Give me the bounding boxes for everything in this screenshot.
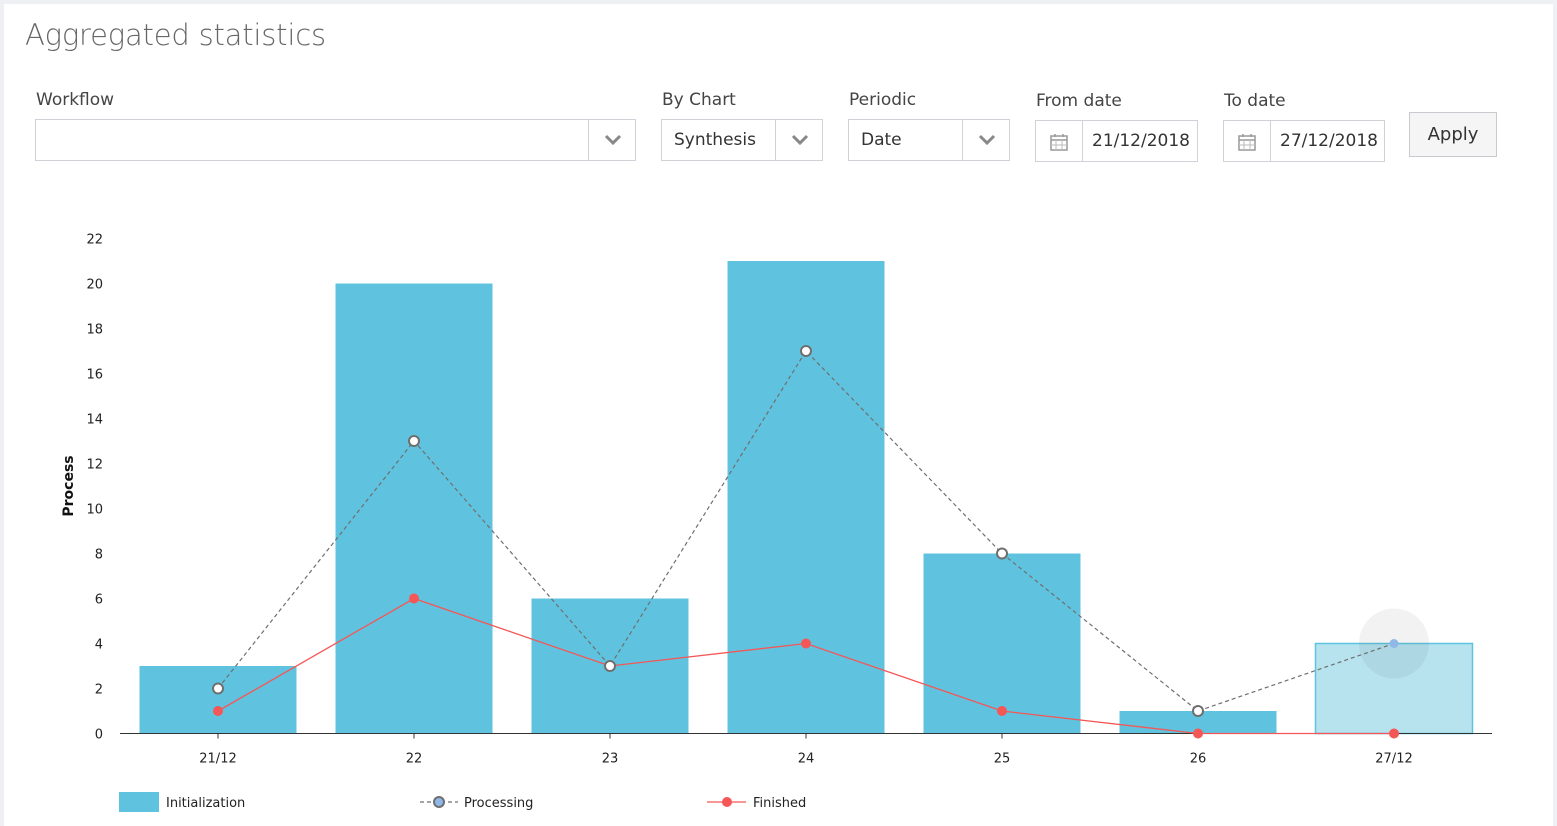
processing-point[interactable]	[408, 435, 420, 447]
legend-label-initialization: Initialization	[166, 796, 245, 811]
x-tick-label: 23	[602, 752, 619, 767]
finished-point[interactable]	[997, 706, 1007, 716]
y-tick-label: 8	[95, 548, 103, 563]
finished-point[interactable]	[1193, 728, 1203, 739]
y-tick-label: 12	[86, 458, 103, 473]
y-tick-label: 14	[86, 413, 103, 428]
x-tick-label: 21/12	[199, 752, 236, 767]
initialization-bar[interactable]	[335, 283, 493, 734]
y-tick-label: 18	[86, 323, 103, 338]
processing-point[interactable]	[1389, 639, 1399, 648]
finished-point[interactable]	[213, 706, 223, 716]
x-tick-label: 22	[406, 752, 423, 767]
y-tick-label: 20	[86, 278, 103, 293]
initialization-bar[interactable]	[139, 666, 297, 734]
chart-legend: Initialization Processing Finished	[119, 792, 806, 812]
legend-label-processing: Processing	[464, 796, 533, 811]
processing-point[interactable]	[1192, 705, 1204, 717]
processing-point[interactable]	[996, 547, 1008, 560]
x-tick-label: 26	[1190, 752, 1207, 767]
y-tick-label: 22	[86, 233, 103, 248]
legend-label-finished: Finished	[753, 796, 806, 811]
legend-swatch-finished-marker	[722, 797, 732, 807]
y-tick-label: 6	[95, 593, 103, 608]
finished-point[interactable]	[801, 638, 811, 649]
legend-swatch-initialization	[119, 792, 159, 812]
processing-point[interactable]	[800, 345, 812, 357]
statistics-chart: 0246810121416182022 21/12 22 23 24 25 26 27/12…	[61, 233, 1492, 812]
y-tick-label: 10	[86, 503, 103, 518]
legend-swatch-processing-marker	[433, 796, 445, 808]
y-axis: 0 2 4 6 8 10 12 14 16 18 20 22	[86, 233, 103, 743]
initialization-bars	[139, 261, 1474, 735]
finished-point[interactable]	[1389, 728, 1399, 739]
y-tick-label: 0	[95, 728, 103, 743]
x-tick-label: 27/12	[1375, 752, 1412, 767]
y-tick-label: 4	[95, 638, 103, 653]
y-tick-label: 16	[86, 368, 103, 383]
x-tick-label: 25	[994, 752, 1011, 767]
processing-point[interactable]	[212, 682, 224, 695]
processing-point[interactable]	[604, 660, 616, 672]
finished-point[interactable]	[409, 593, 419, 604]
y-axis-label: Process	[61, 455, 77, 516]
x-axis: 21/12 22 23 24 25 26 27/12	[120, 733, 1492, 767]
y-tick-label: 2	[95, 683, 103, 698]
x-tick-label: 24	[798, 752, 815, 767]
